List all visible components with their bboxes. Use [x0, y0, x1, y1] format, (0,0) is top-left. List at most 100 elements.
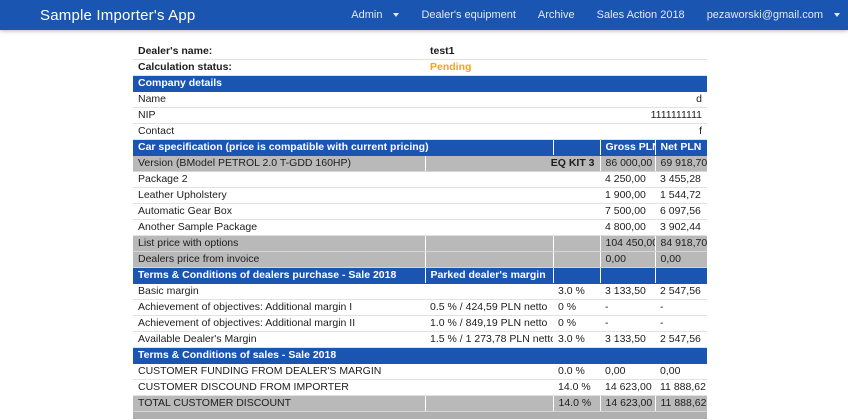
cell: 2 547,56: [655, 332, 707, 348]
summary-row: Version (BModel PETROL 2.0 T-GDD 160HP)E…: [133, 156, 707, 172]
cell: Leather Upholstery: [133, 188, 425, 204]
cell: [553, 252, 600, 268]
cell: 0,00: [600, 364, 655, 380]
cell: [425, 380, 553, 396]
cell: 14.0 %: [553, 380, 600, 396]
cell: [425, 204, 553, 220]
cell: Automatic Gear Box: [133, 204, 425, 220]
nav-item-sales-action-2018[interactable]: Sales Action 2018: [597, 9, 685, 21]
cell: [425, 172, 553, 188]
table-row: Available Dealer's Margin1.5 % / 1 273,7…: [133, 332, 707, 348]
nav-item-admin[interactable]: Admin: [351, 9, 399, 21]
cell: [553, 172, 600, 188]
nav-item-label: Dealer's equipment: [421, 9, 515, 21]
table-row: Dealer's name:test1: [133, 44, 707, 60]
cell: 4 250,00: [600, 172, 655, 188]
cell: 0,00: [655, 252, 707, 268]
table-row: NIP1111111111: [133, 108, 707, 124]
chevron-down-icon: [393, 13, 399, 17]
dealer-name-label: Dealer's name:: [133, 44, 425, 60]
status-pending: Pending: [425, 60, 707, 76]
table-row: Leather Upholstery 1 900,001 544,72: [133, 188, 707, 204]
cell: [553, 140, 600, 156]
nav-item-label: Sales Action 2018: [597, 9, 685, 21]
nip-label: NIP: [133, 108, 425, 124]
cell: [133, 412, 707, 420]
company-name-label: Name: [133, 92, 425, 108]
table-row: Achievement of objectives: Additional ma…: [133, 300, 707, 316]
navbar-menu: Admin Dealer's equipment Archive Sales Acti…: [351, 9, 840, 21]
cell: [425, 188, 553, 204]
company-name-value: d: [425, 92, 707, 108]
cell: 3 902,44: [655, 220, 707, 236]
calculation-status-label: Calculation status:: [133, 60, 425, 76]
nav-item-label: pezaworski@gmail.com: [707, 9, 823, 21]
chevron-down-icon: [834, 13, 840, 17]
cell: 84 918,70: [655, 236, 707, 252]
cell: Achievement of objectives: Additional ma…: [133, 300, 425, 316]
cell: Version (BModel PETROL 2.0 T-GDD 160HP): [133, 156, 425, 172]
table-row: Contactf: [133, 124, 707, 140]
cell: 0 %: [553, 316, 600, 332]
cell: 1 900,00: [600, 188, 655, 204]
cell: 86 000,00: [600, 156, 655, 172]
table-row: Package 2 4 250,003 455,28: [133, 172, 707, 188]
net-pln-header: Net PLN: [655, 140, 707, 156]
cell: CUSTOMER DISCOUND FROM IMPORTER: [133, 380, 425, 396]
cell: 0.5 % / 424,59 PLN netto: [425, 300, 553, 316]
nav-item-pezaworski-gmail-com[interactable]: pezaworski@gmail.com: [707, 9, 840, 21]
cell: 1 544,72: [655, 188, 707, 204]
contact-value: f: [425, 124, 707, 140]
cell: 14 623,00: [600, 396, 655, 412]
cell: 0 %: [553, 300, 600, 316]
cell: [425, 364, 553, 380]
cell: [553, 220, 600, 236]
summary-row: TOTAL CUSTOMER DISCOUNT14.0 %14 623,0011…: [133, 396, 707, 412]
cell: 3 455,28: [655, 172, 707, 188]
cell: 104 450,00: [600, 236, 655, 252]
nav-item-dealer-s-equipment[interactable]: Dealer's equipment: [421, 9, 515, 21]
cell: -: [600, 300, 655, 316]
cell: 7 500,00: [600, 204, 655, 220]
app-title[interactable]: Sample Importer's App: [40, 7, 195, 24]
summary-row: [133, 412, 707, 420]
summary-row: List price with options 104 450,0084 918,…: [133, 236, 707, 252]
cell: 14.0 %: [553, 396, 600, 412]
section-title: Company details: [133, 76, 707, 92]
cell: 14 623,00: [600, 380, 655, 396]
cell: List price with options: [133, 236, 425, 252]
section-title: Terms & Conditions of sales - Sale 2018: [133, 348, 707, 364]
section-header-row: Company details: [133, 76, 707, 92]
cell: Package 2: [133, 172, 425, 188]
section-header-row: Terms & Conditions of sales - Sale 2018: [133, 348, 707, 364]
cell: CUSTOMER FUNDING FROM DEALER'S MARGIN: [133, 364, 425, 380]
cell: [600, 268, 655, 284]
parked-margin-header: Parked dealer's margin: [425, 268, 553, 284]
cell: [553, 204, 600, 220]
dealer-name-value: test1: [425, 44, 707, 60]
cell: -: [655, 316, 707, 332]
table-row: Named: [133, 92, 707, 108]
section-header-row: Car specification (price is compatible w…: [133, 140, 707, 156]
gross-pln-header: Gross PLN: [600, 140, 655, 156]
cell: [425, 284, 553, 300]
table-row: Achievement of objectives: Additional ma…: [133, 316, 707, 332]
cell: 1.0 % / 849,19 PLN netto: [425, 316, 553, 332]
cell: Dealers price from invoice: [133, 252, 425, 268]
contact-label: Contact: [133, 124, 425, 140]
cell: 6 097,56: [655, 204, 707, 220]
cell: Achievement of objectives: Additional ma…: [133, 316, 425, 332]
cell: [425, 252, 553, 268]
cell: -: [600, 316, 655, 332]
cell: 4 800,00: [600, 220, 655, 236]
cell: 3 133,50: [600, 284, 655, 300]
cell: 3.0 %: [553, 284, 600, 300]
section-title: Car specification (price is compatible w…: [133, 140, 553, 156]
cell: [425, 236, 553, 252]
cell: [553, 188, 600, 204]
cell: 11 888,62: [655, 396, 707, 412]
cell: 3 133,50: [600, 332, 655, 348]
nav-item-label: Archive: [538, 9, 575, 21]
calculation-table: Dealer's name:test1Calculation status:Pe…: [133, 44, 707, 419]
nav-item-archive[interactable]: Archive: [538, 9, 575, 21]
